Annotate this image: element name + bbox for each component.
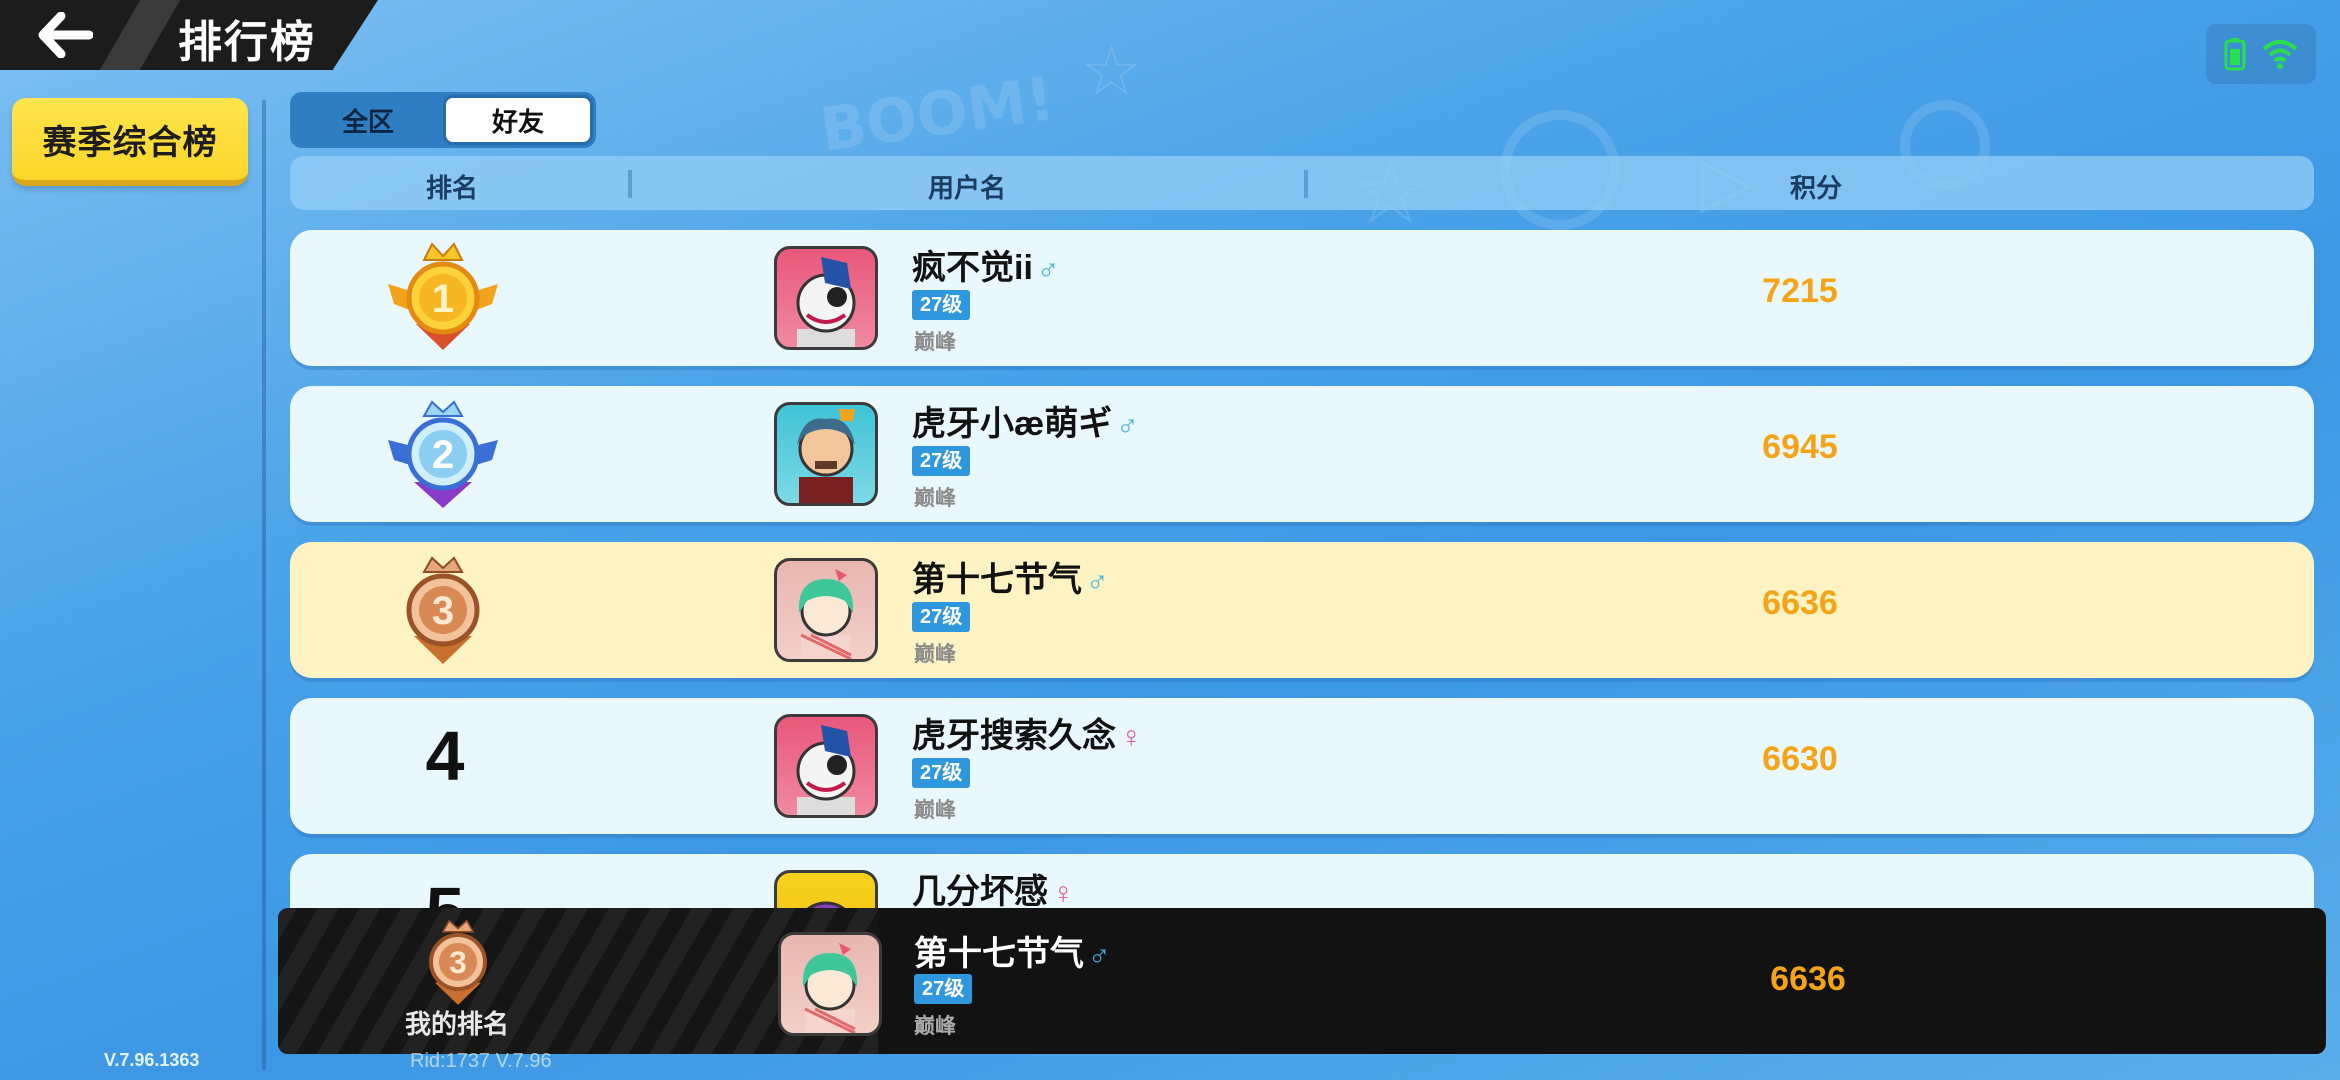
tier-label: 巅峰 <box>914 487 956 510</box>
column-separator <box>628 170 632 198</box>
panel-divider <box>262 100 266 1070</box>
column-header: 排名 用户名 积分 <box>290 156 2314 210</box>
level-badge: 27级 <box>912 602 971 632</box>
male-icon: ♂ <box>1036 253 1060 286</box>
level-badge: 27级 <box>912 290 971 320</box>
back-button[interactable] <box>30 8 100 62</box>
bronze-medal-icon: 3 <box>380 550 506 670</box>
bg-doodle-star: ☆ <box>1080 30 1143 112</box>
arrow-left-icon <box>38 12 93 58</box>
level-badge: 27级 <box>912 446 971 476</box>
leaderboard-list[interactable]: 1 疯不觉ii ♂ 27级 巅峰 7215 2 虎牙小æ萌ギ ♂ 27级 巅峰 … <box>290 230 2314 910</box>
tier-label: 巅峰 <box>914 643 956 666</box>
avatar[interactable] <box>774 402 878 506</box>
username: 虎牙搜索久念 ♀ <box>912 717 1143 755</box>
rank-number: 4 <box>425 717 465 795</box>
status-area <box>2206 24 2316 84</box>
avatar[interactable] <box>778 932 882 1036</box>
tier-label: 巅峰 <box>914 1015 956 1038</box>
svg-text:1: 1 <box>432 277 454 321</box>
bg-doodle-boom: BOOM! <box>816 63 1059 167</box>
svg-text:2: 2 <box>432 433 454 477</box>
male-icon: ♂ <box>1086 565 1109 598</box>
score-value: 6636 <box>1770 960 1846 998</box>
table-row[interactable]: 2 虎牙小æ萌ギ ♂ 27级 巅峰 6945 <box>290 386 2314 522</box>
column-score: 积分 <box>1790 173 1843 203</box>
avatar[interactable] <box>774 558 878 662</box>
username: 几分坏感 ♀ <box>912 873 1075 910</box>
tab-friends[interactable]: 好友 <box>443 95 593 145</box>
bronze-medal-icon: 3 <box>408 914 508 1010</box>
level-badge: 27级 <box>912 758 971 788</box>
tier-label: 巅峰 <box>914 799 956 822</box>
username: 疯不觉ii ♂ <box>912 249 1060 287</box>
male-icon: ♂ <box>1088 939 1111 972</box>
rank-number: 5 <box>390 872 500 910</box>
username: 第十七节气 ♂ <box>912 561 1109 599</box>
table-row[interactable]: 5 几分坏感♀ <box>290 854 2314 910</box>
season-leaderboard-button[interactable]: 赛季综合榜 <box>12 98 248 186</box>
table-row[interactable]: 1 疯不觉ii ♂ 27级 巅峰 7215 <box>290 230 2314 366</box>
table-row-current-user[interactable]: 3 第十七节气 ♂ 27级 巅峰 6636 <box>290 542 2314 678</box>
avatar[interactable] <box>774 714 878 818</box>
my-rank-label: 我的排名 <box>404 1009 509 1039</box>
female-icon: ♀ <box>1052 877 1075 910</box>
table-row[interactable]: 4 虎牙搜索久念 ♀ 27级 巅峰 6630 <box>290 698 2314 834</box>
version-label: V.7.96.1363 <box>104 1050 200 1070</box>
username: 第十七节气 ♂ <box>914 935 1111 973</box>
score-value: 6945 <box>1762 428 1838 466</box>
score-value: 6630 <box>1762 740 1838 778</box>
tier-label: 巅峰 <box>914 331 956 354</box>
svg-text:3: 3 <box>432 589 454 633</box>
username: 虎牙小æ萌ギ ♂ <box>912 405 1139 443</box>
silver-medal-icon: 2 <box>380 394 506 514</box>
score-value: 6636 <box>1762 584 1838 622</box>
wifi-icon <box>2262 40 2298 69</box>
female-icon: ♀ <box>1120 721 1143 754</box>
page-title: 排行榜 <box>178 18 316 67</box>
left-panel: 赛季综合榜 <box>0 88 262 1080</box>
column-username: 用户名 <box>928 173 1007 203</box>
my-rank-bar[interactable]: 3 我的排名 第十七节气 ♂ 27级 巅峰 6636 <box>278 908 2326 1054</box>
tab-all-region[interactable]: 全区 <box>293 95 443 145</box>
level-badge: 27级 <box>914 974 973 1004</box>
column-separator <box>1304 170 1308 198</box>
svg-text:3: 3 <box>449 944 467 980</box>
avatar[interactable] <box>774 870 878 910</box>
column-rank: 排名 <box>426 173 479 203</box>
battery-icon <box>2224 38 2246 71</box>
score-value: 7215 <box>1762 272 1838 310</box>
rid-label: Rid:1737 V.7.96 <box>410 1050 552 1072</box>
avatar[interactable] <box>774 246 878 350</box>
male-icon: ♂ <box>1116 409 1139 442</box>
scope-tabs: 全区 好友 <box>290 92 596 148</box>
gold-medal-icon: 1 <box>380 238 506 358</box>
